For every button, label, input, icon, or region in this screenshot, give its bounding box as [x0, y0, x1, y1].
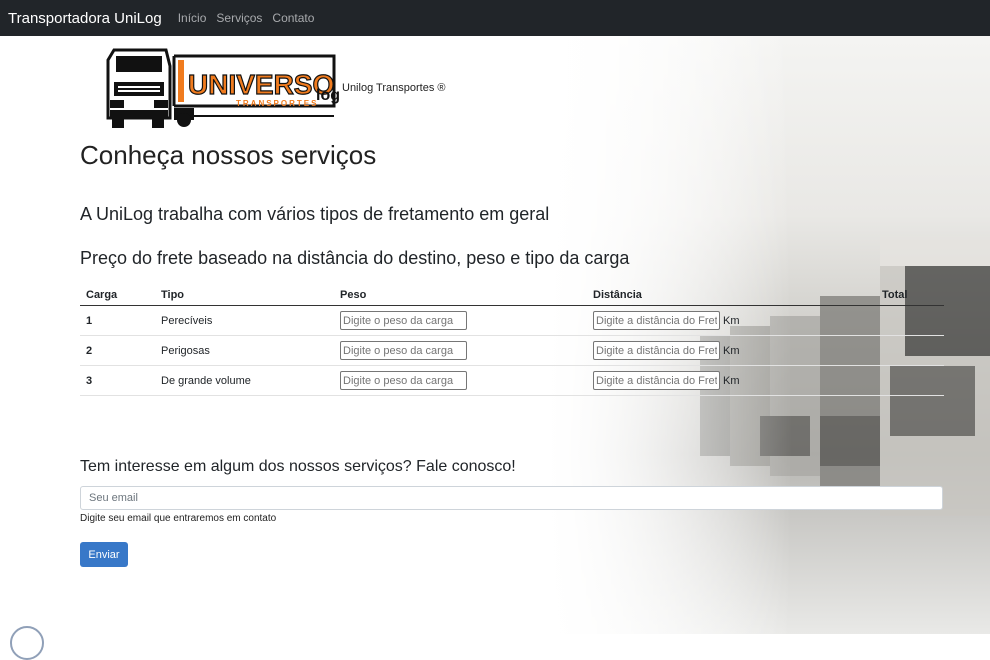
column-header-tipo: Tipo	[155, 284, 334, 306]
column-header-carga: Carga	[80, 284, 155, 306]
distance-input[interactable]	[593, 341, 720, 360]
floating-circle-icon[interactable]	[10, 626, 44, 660]
table-row: 1 Perecíveis Km	[80, 305, 944, 336]
distance-input[interactable]	[593, 311, 720, 330]
row-tipo: Perigosas	[155, 335, 334, 366]
weight-input[interactable]	[340, 341, 467, 360]
distance-cell: Km	[587, 305, 876, 336]
distance-unit: Km	[723, 344, 740, 357]
table-row: 2 Perigosas Km	[80, 335, 944, 366]
intro-heading: A UniLog trabalha com vários tipos de fr…	[80, 204, 550, 224]
nav-link-contato[interactable]: Contato	[272, 11, 314, 25]
table-row: 3 De grande volume Km	[80, 365, 944, 396]
distance-cell: Km	[587, 335, 876, 366]
total-cell	[876, 365, 944, 396]
column-header-peso: Peso	[334, 284, 587, 306]
nav-link-servicos[interactable]: Serviços	[216, 11, 262, 25]
nav-link-inicio[interactable]: Início	[178, 11, 207, 25]
logo-tagline: TRANSPORTES	[236, 99, 318, 108]
column-header-total: Total	[876, 284, 944, 306]
total-cell	[876, 335, 944, 366]
weight-input[interactable]	[340, 371, 467, 390]
weight-cell	[334, 305, 587, 336]
pricing-heading: Preço do frete baseado na distância do d…	[80, 248, 630, 268]
row-tipo: Perecíveis	[155, 305, 334, 336]
logo-wordmark: UNIVERSO	[188, 69, 334, 100]
total-cell	[876, 305, 944, 336]
truck-logo-icon: UNIVERSO log TRANSPORTES	[106, 48, 340, 128]
column-header-distancia: Distância	[587, 284, 876, 306]
email-help-text: Digite seu email que entraremos em conta…	[80, 513, 277, 524]
company-logo: UNIVERSO log TRANSPORTES	[104, 46, 342, 130]
freight-table: Carga Tipo Peso Distância Total 1 Perecí…	[80, 284, 944, 396]
distance-unit: Km	[723, 374, 740, 387]
logo-caption: Unilog Transportes ®	[342, 82, 446, 94]
distance-cell: Km	[587, 365, 876, 396]
email-field[interactable]	[80, 486, 943, 510]
row-tipo: De grande volume	[155, 365, 334, 396]
navbar-brand[interactable]: Transportadora UniLog	[8, 10, 162, 27]
page-title: Conheça nossos serviços	[80, 140, 377, 170]
contact-heading: Tem interesse em algum dos nossos serviç…	[80, 458, 516, 475]
distance-unit: Km	[723, 314, 740, 327]
weight-input[interactable]	[340, 311, 467, 330]
submit-button[interactable]: Enviar	[80, 542, 128, 567]
row-number: 3	[80, 365, 155, 396]
logo-wordmark-suffix: log	[316, 87, 340, 104]
row-number: 2	[80, 335, 155, 366]
row-number: 1	[80, 305, 155, 336]
distance-input[interactable]	[593, 371, 720, 390]
top-navbar: Transportadora UniLog Início Serviços Co…	[0, 0, 990, 36]
weight-cell	[334, 365, 587, 396]
table-header-row: Carga Tipo Peso Distância Total	[80, 284, 944, 306]
weight-cell	[334, 335, 587, 366]
